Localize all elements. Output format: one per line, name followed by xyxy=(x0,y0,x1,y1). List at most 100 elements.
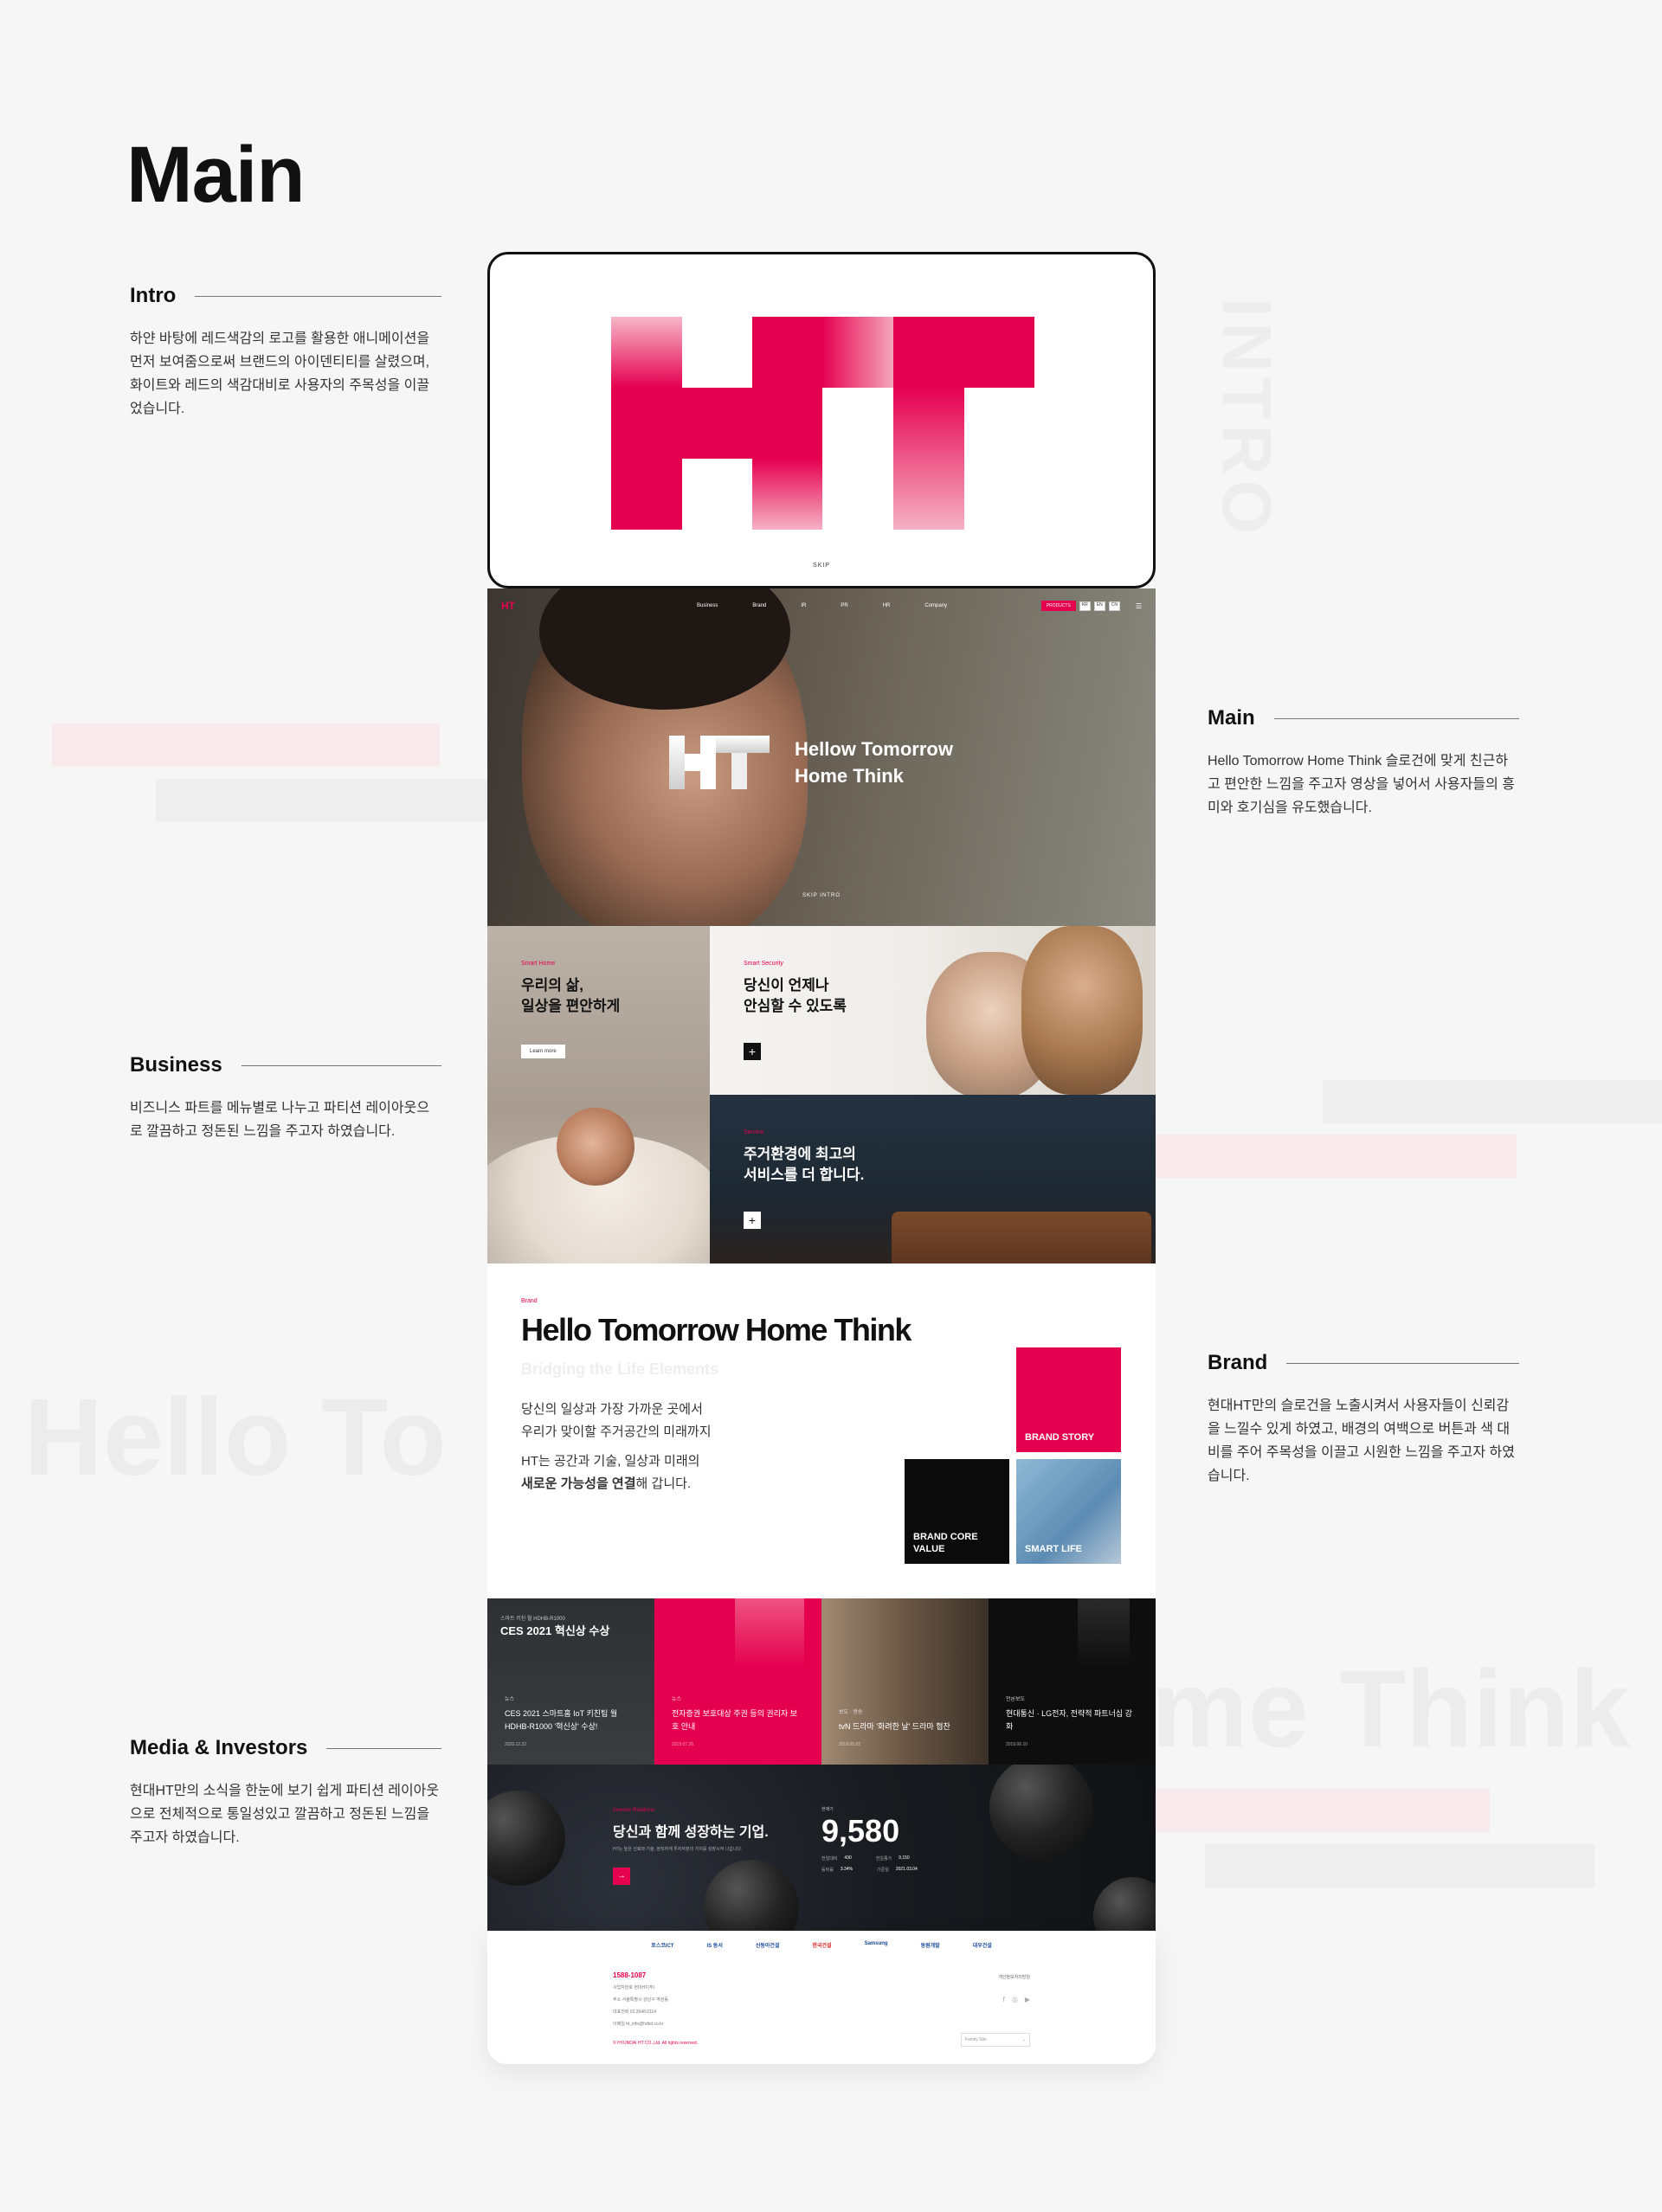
partner-logo[interactable]: 포스코ICT xyxy=(651,1941,673,1949)
card-smart-security[interactable]: Smart Security 당신이 언제나 안심할 수 있도록 + xyxy=(710,926,1156,1095)
card-title-2: 일상을 편안하게 xyxy=(521,998,621,1014)
lang-en[interactable]: EN xyxy=(1093,601,1105,611)
media-item[interactable]: 보도 · 방송 tvN 드라마 '화려한 날' 드라마 협찬 2019.05.0… xyxy=(821,1598,989,1765)
family-site-select[interactable]: Family Site ⌄ xyxy=(961,2033,1030,2047)
card-title-1: 우리의 삶, xyxy=(521,977,584,993)
brand-text: 당신의 일상과 가장 가까운 곳에서 xyxy=(521,1402,703,1417)
partner-logo[interactable]: 신동아건설 xyxy=(756,1941,780,1949)
note-text: 하얀 바탕에 레드색감의 로고를 활용한 애니메이션을 먼저 보여줌으로써 브랜… xyxy=(130,331,430,416)
business-section: Smart Home 우리의 삶, 일상을 편안하게 Learn more Sm… xyxy=(487,926,1156,1264)
section-tag: Brand xyxy=(521,1298,538,1304)
media-date: 2019.06.10 xyxy=(1006,1742,1028,1747)
decor-bar xyxy=(1151,1789,1490,1832)
learn-more-button[interactable]: Learn more xyxy=(521,1045,565,1058)
nav-item-hr[interactable]: HR xyxy=(883,603,891,608)
stock-row-label: 기준일 xyxy=(877,1868,889,1873)
brand-title: Hello Tomorrow Home Think xyxy=(521,1312,912,1347)
menu-icon[interactable]: ☰ xyxy=(1136,602,1142,610)
footer: 포스코ICT IS 동서 신동아건설 한국건설 Samsung 동원개발 대우건… xyxy=(487,1931,1156,2064)
badge-caption: 스마트 키친 월 HDHB-R1000 xyxy=(500,1617,565,1622)
hero-line-2: Home Think xyxy=(795,765,904,787)
decor-bar xyxy=(1151,1135,1517,1178)
photo-woman xyxy=(557,1108,635,1186)
stock-price: 9,580 xyxy=(821,1813,900,1849)
card-service[interactable]: Service 주거환경에 최고의 서비스를 더 합니다. + xyxy=(710,1095,1156,1264)
media-category: 뉴스 xyxy=(672,1697,682,1702)
media-title: tvN 드라마 '화려한 날' 드라마 협찬 xyxy=(839,1722,950,1731)
stock-date: 2021.03.04 xyxy=(895,1867,918,1872)
media-category: 뉴스 xyxy=(505,1697,515,1702)
site-logo[interactable]: HT xyxy=(501,600,515,612)
decor-bar xyxy=(1205,1844,1594,1887)
stock-info: 현재가 9,580 전일대비 430 전일종가 9,150 등락률 3.34% 기준일… xyxy=(821,1806,918,1873)
lang-kr[interactable]: KR xyxy=(1079,601,1091,611)
partner-logo[interactable]: Samsung xyxy=(865,1941,888,1949)
footer-line: 주소 서울특별시 강남구 역삼동 xyxy=(613,1997,668,2003)
tile-smart-life[interactable]: SMART LIFE xyxy=(1016,1459,1121,1564)
card-tag: Service xyxy=(744,1129,764,1135)
bg-word-intro: INTRO xyxy=(1208,298,1285,539)
nav-item-company[interactable]: Company xyxy=(924,603,947,608)
decor-bar xyxy=(1323,1080,1662,1123)
partner-logo[interactable]: 대우건설 xyxy=(973,1941,992,1949)
media-date: 2019.05.02 xyxy=(839,1742,861,1747)
media-item[interactable]: 뉴스 전자증권 보호대상 주권 등의 권리자 보호 안내 2019.07.26 xyxy=(654,1598,821,1765)
skip-button[interactable]: SKIP xyxy=(813,563,830,569)
brand-section: Brand Hello Tomorrow Home Think Bridging… xyxy=(487,1264,1156,1598)
stock-row-label: 전일대비 xyxy=(821,1856,838,1862)
media-title: 현대통신 · LG전자, 전략적 파트너십 강화 xyxy=(1006,1709,1132,1731)
media-item[interactable]: 스마트 키친 월 HDHB-R1000 CES 2021 혁신상 수상 뉴스 C… xyxy=(487,1598,654,1765)
copyright: © HYUNDAI HT CO.,Ltd. All rights reserve… xyxy=(613,2041,699,2046)
card-smart-home[interactable]: Smart Home 우리의 삶, 일상을 편안하게 Learn more xyxy=(487,926,710,1264)
partner-logo[interactable]: 동원개발 xyxy=(921,1941,940,1949)
note-main: Main Hello Tomorrow Home Think 슬로건에 맞게 친… xyxy=(1208,706,1519,820)
investor-headline: 당신과 함께 성장하는 기업. xyxy=(613,1825,769,1840)
tile-brand-story[interactable]: BRAND STORY xyxy=(1016,1347,1121,1452)
media-date: 2020.12.22 xyxy=(505,1742,527,1747)
partner-logo[interactable]: 한국건설 xyxy=(812,1941,831,1949)
nav-utility: PRODUCTS KR EN CN ☰ xyxy=(1040,601,1142,611)
divider xyxy=(326,1747,441,1749)
note-text: 현대HT만의 소식을 한눈에 보기 쉽게 파티션 레이아웃으로 전체적으로 통일… xyxy=(130,1784,440,1845)
footer-line: 대표전화 02.2648.0114 xyxy=(613,2009,657,2015)
nav-item-ir[interactable]: IR xyxy=(801,603,806,608)
nav-item-pr[interactable]: PR xyxy=(841,603,847,608)
ht-logo-mark xyxy=(1078,1598,1130,1668)
stock-rate: 3.34% xyxy=(840,1867,853,1872)
more-button[interactable]: → xyxy=(613,1868,630,1885)
decor-sphere xyxy=(1093,1877,1156,1931)
stock-prev-close: 9,150 xyxy=(899,1855,910,1861)
lang-cn[interactable]: CN xyxy=(1108,601,1120,611)
partner-logo[interactable]: IS 동서 xyxy=(706,1941,722,1949)
brand-text-line: 새로운 가능성을 연결해 갑니다. xyxy=(521,1473,712,1495)
note-text: 현대HT만의 슬로건을 노출시켜서 사용자들이 신뢰감을 느낄수 있게 하였고,… xyxy=(1208,1399,1515,1483)
plus-button[interactable]: + xyxy=(744,1043,761,1060)
partner-logos: 포스코ICT IS 동서 신동아건설 한국건설 Samsung 동원개발 대우건… xyxy=(487,1931,1156,1949)
note-intro: Intro 하얀 바탕에 레드색감의 로고를 활용한 애니메이션을 먼저 보여줌… xyxy=(130,284,441,421)
nav-item-business[interactable]: Business xyxy=(697,603,718,608)
youtube-icon[interactable]: ▶ xyxy=(1025,1996,1030,2003)
card-title-1: 주거환경에 최고의 xyxy=(744,1146,856,1162)
plus-button[interactable]: + xyxy=(744,1212,761,1229)
note-title: Business xyxy=(130,1053,222,1077)
nav-menu: Business Brand IR PR HR Company xyxy=(697,603,947,608)
note-title: Intro xyxy=(130,284,177,307)
media-title: 전자증권 보호대상 주권 등의 권리자 보호 안내 xyxy=(672,1709,797,1731)
media-item[interactable]: 언론보도 현대통신 · LG전자, 전략적 파트너십 강화 2019.06.10 xyxy=(989,1598,1156,1765)
facebook-icon[interactable]: f xyxy=(1003,1996,1005,2003)
products-button[interactable]: PRODUCTS xyxy=(1040,601,1076,611)
nav-item-brand[interactable]: Brand xyxy=(752,603,766,608)
brand-text: HT는 공간과 기술, 일상과 미래의 xyxy=(521,1454,700,1469)
investor-tag: Investor Relations xyxy=(613,1808,655,1813)
stock-change: 430 xyxy=(844,1855,852,1861)
footer-policy[interactable]: 개인정보처리방침 xyxy=(998,1974,1030,1980)
media-category: 언론보도 xyxy=(1006,1697,1026,1702)
skip-intro-link[interactable]: SKIP INTRO xyxy=(802,893,841,898)
hero-slogan: Hellow Tomorrow Home Think xyxy=(795,736,953,789)
investor-desc: HT는 높은 신뢰와 기술, 정직하게 투자자분의 가치를 성장시켜 나갑니다. xyxy=(613,1847,743,1852)
tile-brand-core-value[interactable]: BRAND CORE VALUE xyxy=(905,1459,1009,1564)
note-business: Business 비즈니스 파트를 메뉴별로 나누고 파티션 레이아웃으로 깔끔… xyxy=(130,1053,441,1143)
stock-row-label: 등락률 xyxy=(821,1868,834,1873)
instagram-icon[interactable]: ◎ xyxy=(1012,1996,1018,2003)
note-title: Media & Investors xyxy=(130,1736,308,1759)
